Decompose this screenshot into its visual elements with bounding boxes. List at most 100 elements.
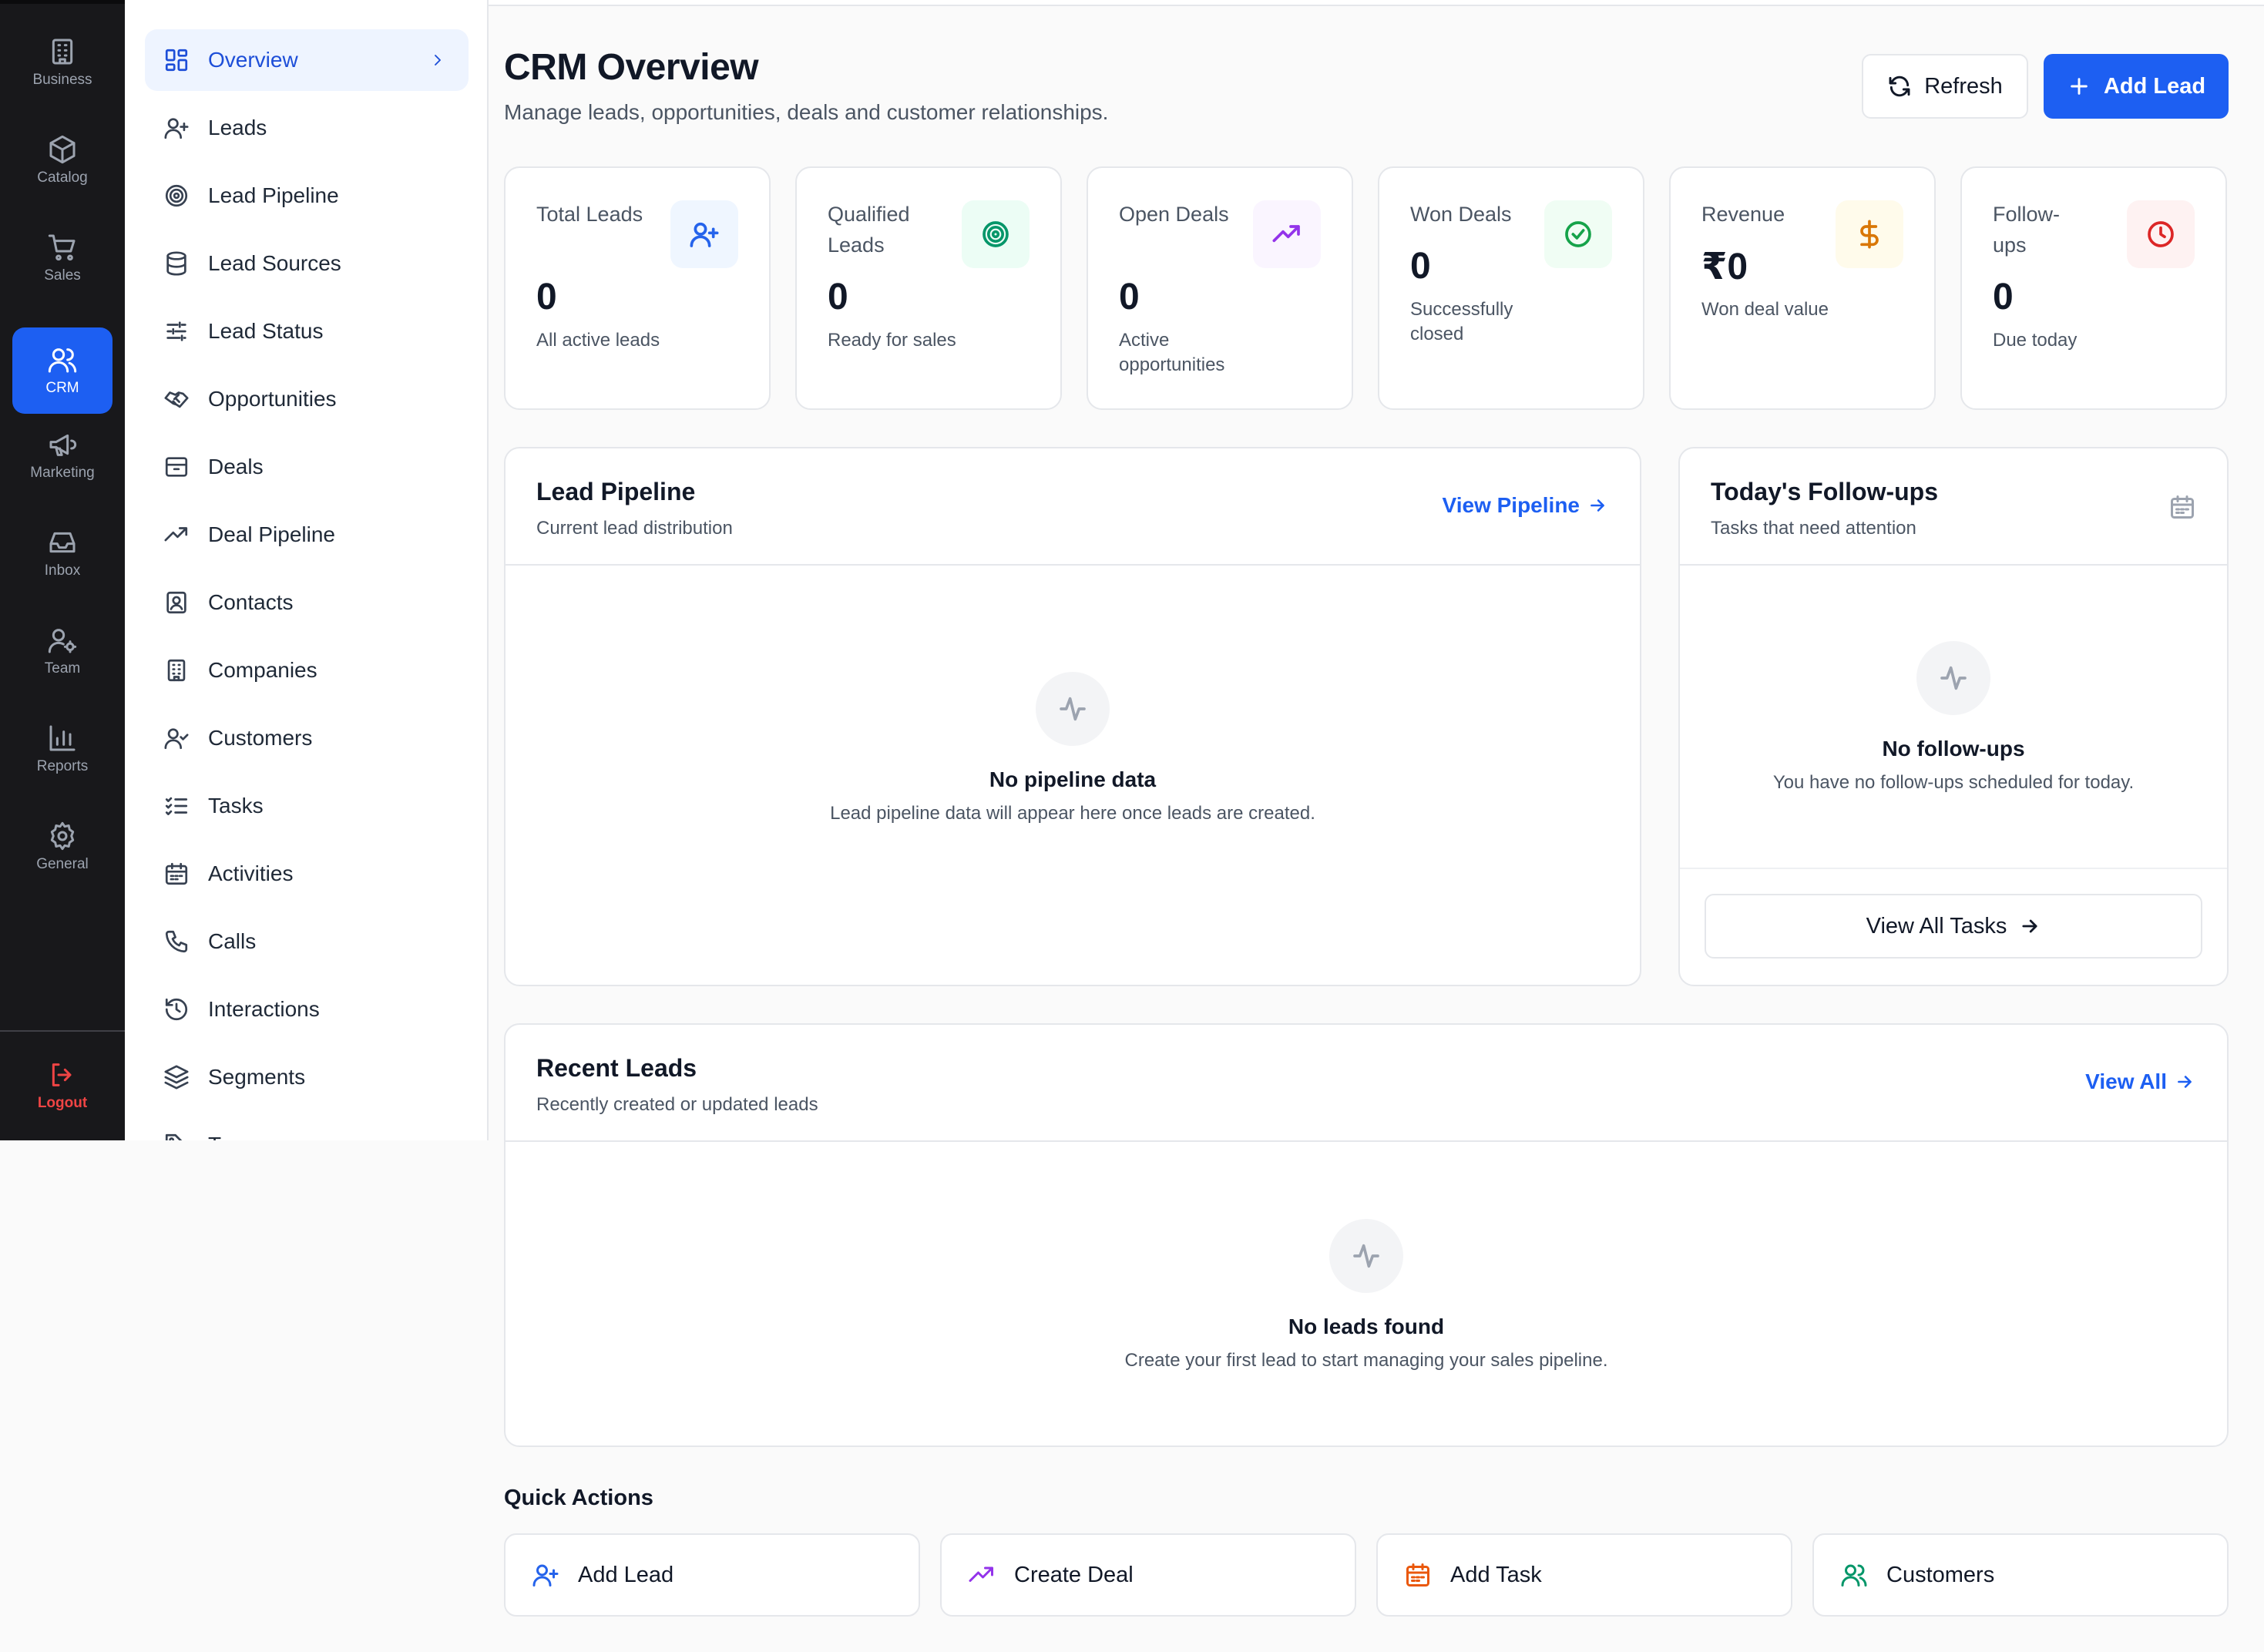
subnav-item-interactions[interactable]: Interactions <box>145 979 469 1040</box>
subnav-item-customers[interactable]: Customers <box>145 707 469 769</box>
quick-action-label: Customers <box>1886 1562 1995 1587</box>
history-icon <box>165 998 188 1021</box>
trending-up-icon <box>969 1566 993 1582</box>
recent-leads-panel: Recent Leads Recently created or updated… <box>504 1023 2229 1447</box>
subnav-item-deal-pipeline[interactable]: Deal Pipeline <box>145 504 469 566</box>
quick-action-add-lead[interactable]: Add Lead <box>504 1533 920 1617</box>
stat-note: Successfully closed <box>1410 299 1513 344</box>
stat-icon-box <box>1544 200 1612 268</box>
rail-item-inbox[interactable]: Inbox <box>12 510 113 596</box>
stat-icon-box <box>2127 200 2195 268</box>
subnav-item-lead-pipeline[interactable]: Lead Pipeline <box>145 165 469 227</box>
chevron-right-icon <box>435 55 441 65</box>
archive-icon <box>165 457 188 477</box>
subnav-label: Contacts <box>208 590 294 614</box>
logout-label: Logout <box>37 1095 88 1111</box>
subnav-item-lead-status[interactable]: Lead Status <box>145 301 469 362</box>
panel-title: Lead Pipeline <box>536 478 696 505</box>
stat-label: Won Deals <box>1410 203 1512 226</box>
quick-action-customers[interactable]: Customers <box>1812 1533 2229 1617</box>
panel-subtitle: Recently created or updated leads <box>536 1094 818 1115</box>
stat-value: 0 <box>1119 277 1140 317</box>
subnav-label: Lead Sources <box>208 251 341 275</box>
subnav-label: Lead Status <box>208 319 324 343</box>
subnav-label: Companies <box>208 658 317 682</box>
rail-label: CRM <box>45 380 79 396</box>
divider <box>1680 868 2227 869</box>
empty-title: No follow-ups <box>1882 737 2025 761</box>
stat-note: Due today <box>1993 330 2078 351</box>
activity-icon-circle <box>1329 1219 1403 1293</box>
link-label: View Pipeline <box>1442 493 1580 517</box>
subnav-item-deals[interactable]: Deals <box>145 436 469 498</box>
calendar-icon <box>1406 1563 1429 1587</box>
stat-note: All active leads <box>536 330 660 351</box>
plus-icon <box>2071 78 2088 95</box>
stat-card-revenue: Revenue ₹0 Won deal value <box>1669 166 1936 410</box>
rail-label: Business <box>32 72 92 88</box>
inbox-icon <box>49 532 76 553</box>
empty-text: Lead pipeline data will appear here once… <box>830 803 1315 824</box>
stat-icon-box <box>670 200 738 268</box>
rail-label: Marketing <box>30 465 95 481</box>
subnav-label: Interactions <box>208 997 320 1021</box>
stat-value: 0 <box>1993 277 2014 317</box>
subnav-item-overview[interactable]: Overview <box>145 29 469 91</box>
user-plus-icon <box>690 222 719 247</box>
add-lead-button[interactable]: Add Lead <box>2044 54 2229 119</box>
subnav-item-companies[interactable]: Companies <box>145 640 469 701</box>
subnav-item-calls[interactable]: Calls <box>145 911 469 972</box>
quick-action-create-deal[interactable]: Create Deal <box>940 1533 1356 1617</box>
subnav-item-opportunities[interactable]: Opportunities <box>145 368 469 430</box>
rail-item-sales[interactable]: Sales <box>12 215 113 301</box>
arrow-right-icon <box>1591 499 1604 512</box>
dollar-icon <box>1860 220 1879 249</box>
sliders-icon <box>166 321 186 341</box>
arrow-right-icon <box>2178 1076 2192 1088</box>
crm-subnav: Overview Leads Lead Pipeline Lead Source… <box>125 0 489 1140</box>
refresh-icon <box>1889 76 1910 97</box>
rail-item-team[interactable]: Team <box>12 608 113 694</box>
subnav-label: Tasks <box>208 794 264 818</box>
rail-item-business[interactable]: Business <box>12 19 113 106</box>
logout-button[interactable]: Logout <box>12 1043 113 1129</box>
logout-icon <box>52 1063 72 1086</box>
subnav-label: Deal Pipeline <box>208 522 335 546</box>
panel-subtitle: Tasks that need attention <box>1711 518 1916 539</box>
stat-card-qualified-leads: Qualified Leads 0 Ready for sales <box>795 166 1062 410</box>
subnav-item-activities[interactable]: Activities <box>145 843 469 905</box>
view-pipeline-link[interactable]: View Pipeline <box>1443 493 1607 518</box>
subnav-label: Deals <box>208 455 264 478</box>
cart-icon <box>48 234 76 261</box>
activity-icon-circle <box>1916 641 1990 715</box>
panel-header: Lead Pipeline Current lead distribution … <box>506 448 1640 566</box>
activity-icon <box>1060 697 1086 721</box>
megaphone-icon <box>49 434 77 456</box>
gear-icon <box>50 821 75 851</box>
rail-label: Catalog <box>37 170 88 186</box>
subnav-item-lead-sources[interactable]: Lead Sources <box>145 233 469 294</box>
subnav-label: Leads <box>208 116 267 139</box>
rail-item-general[interactable]: General <box>12 804 113 890</box>
rail-item-catalog[interactable]: Catalog <box>12 117 113 203</box>
subnav-item-segments[interactable]: Segments <box>145 1046 469 1108</box>
subnav-item-leads[interactable]: Leads <box>145 97 469 159</box>
subnav-label: Segments <box>208 1065 306 1089</box>
rail-item-marketing[interactable]: Marketing <box>12 412 113 499</box>
bar-chart-icon <box>49 725 76 751</box>
refresh-button[interactable]: Refresh <box>1862 54 2028 119</box>
rail-item-crm[interactable]: CRM <box>12 327 113 414</box>
stat-card-won-deals: Won Deals 0 Successfully closed <box>1378 166 1644 410</box>
stat-value: 0 <box>536 277 557 317</box>
empty-text: Create your first lead to start managing… <box>1124 1350 1608 1371</box>
view-all-leads-link[interactable]: View All <box>2085 1069 2195 1094</box>
rail-item-reports[interactable]: Reports <box>12 706 113 792</box>
link-label: View All <box>2085 1069 2167 1093</box>
quick-action-add-task[interactable]: Add Task <box>1376 1533 1792 1617</box>
subnav-item-contacts[interactable]: Contacts <box>145 572 469 633</box>
subnav-item-tags[interactable]: Tags <box>145 1114 469 1140</box>
target-icon <box>983 221 1009 247</box>
view-all-tasks-button[interactable]: View All Tasks <box>1705 894 2202 959</box>
subnav-item-tasks[interactable]: Tasks <box>145 775 469 837</box>
top-bar <box>489 0 2264 6</box>
